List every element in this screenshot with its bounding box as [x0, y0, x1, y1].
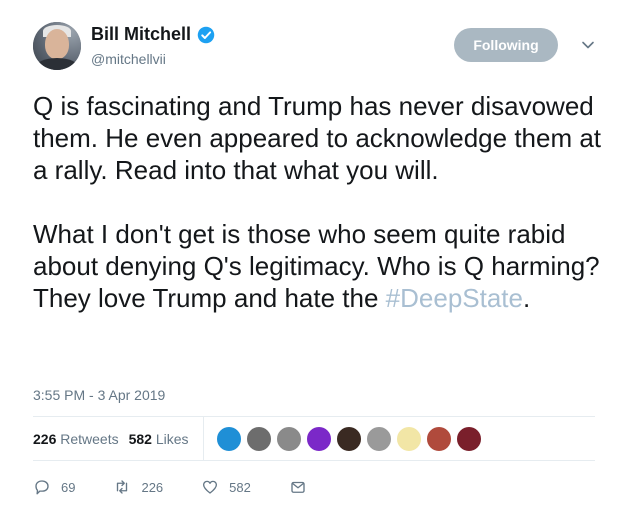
following-button[interactable]: Following [454, 28, 558, 62]
retweets-count: 226 [33, 430, 57, 447]
author-avatar[interactable] [33, 22, 81, 70]
stats-separator [202, 417, 204, 460]
like-count: 582 [229, 479, 251, 495]
liker-avatar[interactable] [335, 425, 362, 452]
retweet-count: 226 [141, 479, 164, 495]
verified-badge-icon [197, 26, 215, 43]
tweet-paragraph-2-end: . [522, 283, 531, 313]
tweet-actions: 69 226 582 [33, 478, 355, 496]
liker-avatar[interactable] [305, 425, 332, 452]
reply-button[interactable]: 69 [33, 478, 75, 496]
author-display-name[interactable]: Bill Mitchell [91, 24, 191, 45]
like-button[interactable]: 582 [201, 478, 251, 496]
author-names: Bill Mitchell @mitchellvii [91, 24, 215, 67]
liker-avatar[interactable] [245, 425, 272, 452]
liker-avatar[interactable] [365, 425, 392, 452]
likes-count: 582 [128, 430, 152, 447]
retweet-icon [117, 480, 128, 494]
likes-label: Likes [155, 430, 189, 447]
chevron-down-icon[interactable] [581, 38, 595, 52]
hashtag-link[interactable]: #DeepState [386, 283, 523, 313]
divider [33, 460, 595, 461]
retweet-button[interactable]: 226 [113, 478, 163, 496]
tweet-text: Q is fascinating and Trump has never dis… [33, 90, 603, 314]
liker-avatar[interactable] [455, 425, 482, 452]
tweet-header: Bill Mitchell @mitchellvii Following [33, 22, 595, 72]
tweet-stats: 226 Retweets 582 Likes [33, 417, 486, 460]
liker-avatar[interactable] [425, 425, 452, 452]
liker-avatar[interactable] [395, 425, 422, 452]
liker-avatars [215, 425, 486, 452]
direct-message-button[interactable] [289, 478, 317, 496]
reply-count: 69 [61, 479, 76, 495]
retweets-label: Retweets [60, 430, 119, 447]
reply-icon [35, 480, 49, 495]
liker-avatar[interactable] [215, 425, 242, 452]
likes-stat[interactable]: 582 Likes [129, 431, 189, 447]
tweet-paragraph-1: Q is fascinating and Trump has never dis… [33, 91, 602, 185]
heart-icon [203, 480, 218, 494]
tweet-paragraph-2: What I don't get is those who seem quite… [33, 218, 603, 314]
retweets-stat[interactable]: 226 Retweets [33, 431, 119, 447]
envelope-icon [291, 481, 305, 493]
author-handle[interactable]: @mitchellvii [91, 51, 215, 67]
tweet-card: Bill Mitchell @mitchellvii Following Q i… [0, 0, 625, 520]
tweet-timestamp[interactable]: 3:55 PM - 3 Apr 2019 [33, 387, 165, 403]
liker-avatar[interactable] [275, 425, 302, 452]
